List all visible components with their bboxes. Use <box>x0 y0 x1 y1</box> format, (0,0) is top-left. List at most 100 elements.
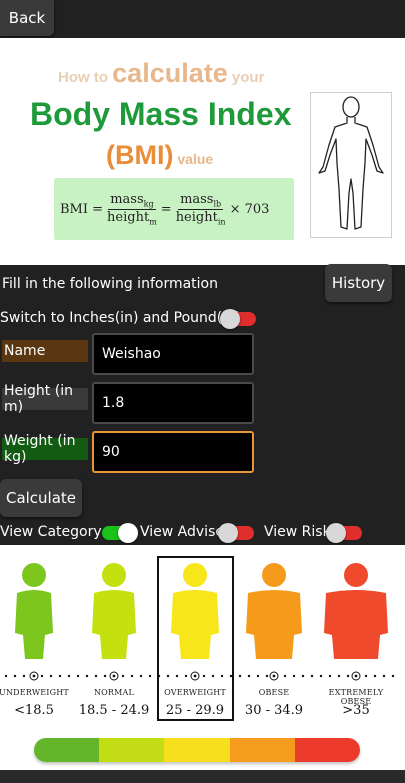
banner-how-to: How to <box>58 69 113 86</box>
category-dotted-line <box>4 671 395 681</box>
category-name: OBESE <box>258 688 290 697</box>
dot <box>166 674 170 678</box>
dot <box>292 674 296 678</box>
weight-label: Weight (in kg) <box>2 433 88 465</box>
banner-headline: How to calculate your <box>58 58 264 89</box>
calculate-button[interactable]: Calculate <box>0 479 82 517</box>
dot <box>148 674 152 678</box>
dot <box>139 674 143 678</box>
category-name: UNDERWEIGHT <box>0 688 69 697</box>
name-input[interactable] <box>92 333 254 375</box>
dot <box>382 674 386 678</box>
formula-num-imperial: masslb <box>178 191 224 210</box>
dot <box>202 674 206 678</box>
category-range: <18.5 <box>14 703 54 718</box>
formula-lhs: BMI = <box>60 201 104 217</box>
dot <box>157 674 161 678</box>
dot <box>319 674 323 678</box>
formula-den2-sub: in <box>217 217 226 227</box>
dot <box>49 674 53 678</box>
category-range: 18.5 - 24.9 <box>78 703 150 718</box>
bmi-banner-image: How to calculate your Body Mass Index (B… <box>0 38 405 265</box>
person-figure-icon <box>318 563 394 667</box>
dot <box>22 674 26 678</box>
view-category-label: View Category <box>0 524 102 540</box>
formula-num1: mass <box>110 191 144 207</box>
banner-bmi: (BMI) <box>106 140 174 170</box>
weight-input[interactable] <box>92 431 254 473</box>
view-category-toggle[interactable] <box>102 523 138 543</box>
category-marker-center <box>112 674 116 678</box>
category-name: OVERWEIGHT <box>164 688 226 697</box>
dot <box>337 674 341 678</box>
dot <box>256 674 260 678</box>
bottom-strip <box>0 770 405 783</box>
banner-value: value <box>173 151 214 167</box>
dot <box>310 674 314 678</box>
gradient-segment <box>229 738 295 762</box>
gradient-segment <box>164 738 230 762</box>
banner-your: your <box>227 69 265 86</box>
unit-switch-toggle[interactable] <box>220 309 256 329</box>
bmi-formula: BMI = masskg heightm = masslb heightin ×… <box>54 178 294 240</box>
dot <box>4 674 8 678</box>
back-button[interactable]: Back <box>0 0 54 36</box>
banner-title: Body Mass Index <box>30 96 292 132</box>
toggle-knob <box>218 523 238 543</box>
history-button[interactable]: History <box>325 264 392 302</box>
dot <box>85 674 89 678</box>
dot <box>13 674 17 678</box>
formula-num-metric: masskg <box>108 191 156 210</box>
formula-den1: height <box>107 209 150 225</box>
dot <box>229 674 233 678</box>
height-input[interactable] <box>92 382 254 424</box>
view-risk-label: View Risk <box>264 524 331 540</box>
dot <box>373 674 377 678</box>
dot <box>364 674 368 678</box>
dot <box>130 674 134 678</box>
bmi-gradient-bar <box>34 738 360 762</box>
name-label: Name <box>2 340 88 362</box>
formula-num2: mass <box>180 191 214 207</box>
dot <box>175 674 179 678</box>
category-marker-center <box>193 674 197 678</box>
toggle-knob <box>220 309 240 329</box>
dot <box>76 674 80 678</box>
formula-fraction-imperial: masslb heightin <box>176 192 226 226</box>
formula-den2: height <box>175 209 218 225</box>
toggle-knob <box>118 523 138 543</box>
dot <box>94 674 98 678</box>
formula-eq: = <box>160 201 172 217</box>
gradient-segment <box>294 738 360 762</box>
toggle-knob <box>326 523 346 543</box>
view-risk-toggle[interactable] <box>326 523 362 543</box>
dot <box>184 674 188 678</box>
unit-switch-label: Switch to Inches(in) and Pound(lb) <box>0 310 241 326</box>
dot <box>247 674 251 678</box>
view-advise-toggle[interactable] <box>218 523 254 543</box>
category-marker-center <box>272 674 276 678</box>
gradient-segment <box>99 738 165 762</box>
person-figure-icon <box>86 563 142 667</box>
formula-num1-sub: kg <box>143 199 154 209</box>
gradient-segment <box>34 738 100 762</box>
category-name: NORMAL <box>93 688 135 697</box>
dot <box>283 674 287 678</box>
category-range: 30 - 34.9 <box>244 703 304 718</box>
dot <box>265 674 269 678</box>
person-figure-icon <box>240 563 308 667</box>
dot <box>103 674 107 678</box>
dot <box>238 674 242 678</box>
formula-num2-sub: lb <box>213 199 222 209</box>
category-range: >35 <box>342 703 370 718</box>
dot <box>67 674 71 678</box>
dot <box>301 674 305 678</box>
dot <box>58 674 62 678</box>
category-marker-center <box>354 674 358 678</box>
dot <box>346 674 350 678</box>
dot <box>391 674 395 678</box>
human-silhouette-svg <box>318 96 384 230</box>
category-marker-center <box>32 674 36 678</box>
human-silhouette-icon <box>310 92 392 238</box>
banner-subtitle: (BMI) value <box>106 140 213 171</box>
